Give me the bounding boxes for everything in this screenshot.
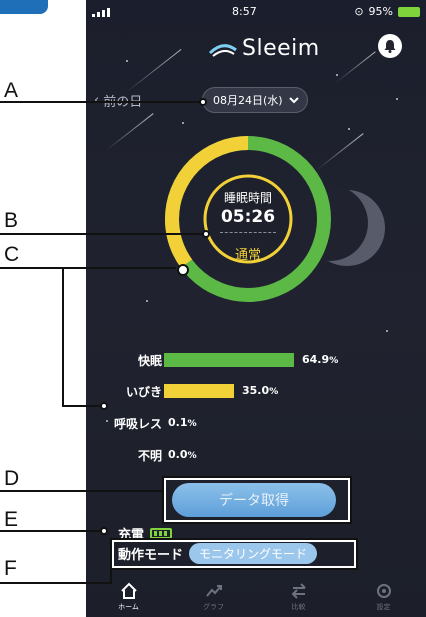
status-battery-text: 95%: [368, 5, 393, 18]
breakdown-row-comfort: 快眠 64.9%: [86, 350, 426, 370]
shooting-star: [105, 113, 154, 151]
star: [126, 60, 128, 62]
compare-icon: [291, 583, 306, 599]
app-logo: Sleeim: [208, 36, 320, 61]
star: [386, 330, 388, 332]
star: [182, 122, 184, 124]
ring-marker: [177, 264, 189, 276]
logo-text: Sleeim: [242, 36, 320, 61]
callout-letter-f: F: [4, 557, 17, 580]
date-select[interactable]: 08月24日(水): [202, 87, 308, 113]
breakdown-row-snore: いびき 35.0%: [86, 381, 426, 401]
bell-icon: [384, 40, 396, 53]
notification-button[interactable]: [378, 34, 402, 58]
callout-dot-b: [202, 230, 210, 238]
breakdown-percent: 0.0%: [168, 448, 197, 461]
nav-graph[interactable]: グラフ: [171, 574, 256, 617]
settings-icon: [376, 584, 391, 598]
battery-icon: [398, 6, 420, 17]
signal-icon: [92, 8, 110, 17]
shooting-star: [125, 49, 182, 93]
callout-frame-d: [162, 476, 352, 524]
nav-settings-label: 設定: [376, 603, 391, 611]
sleep-status: 通常: [234, 248, 261, 263]
nav-compare-label: 比較: [291, 603, 306, 611]
callout-letter-b: B: [4, 209, 19, 232]
nav-home-label: ホーム: [118, 603, 139, 611]
chevron-down-icon: [289, 97, 299, 104]
status-time: 8:57: [232, 5, 257, 18]
breakdown-bar: [164, 353, 294, 367]
nav-settings[interactable]: 設定: [341, 574, 426, 617]
callout-letter-c: C: [4, 243, 20, 266]
nav-graph-label: グラフ: [203, 603, 224, 611]
star: [396, 98, 398, 100]
callout-line-c: [62, 267, 64, 407]
sleep-duration: 05:26: [220, 207, 276, 227]
star: [348, 128, 350, 130]
callout-letter-d: D: [4, 467, 20, 490]
home-icon: [120, 582, 137, 599]
date-value: 08月24日(水): [213, 94, 283, 107]
nav-compare[interactable]: 比較: [256, 574, 341, 617]
bottom-nav: ホーム グラフ 比較 設定: [86, 574, 426, 617]
callout-line-f: [110, 566, 112, 584]
graph-icon: [205, 585, 222, 597]
corner-tab: [0, 0, 48, 14]
alarm-icon: ⊙: [354, 5, 364, 18]
charge-battery-icon: [150, 528, 173, 539]
callout-frame-f: [110, 538, 358, 570]
breakdown-percent: 35.0%: [242, 384, 279, 397]
callout-line-e: [0, 530, 102, 532]
nav-home[interactable]: ホーム: [86, 574, 171, 617]
callout-line-a: [0, 101, 202, 103]
shooting-star: [335, 51, 376, 83]
callout-line-b: [0, 233, 204, 235]
breakdown-percent: 64.9%: [302, 353, 339, 366]
status-right: ⊙ 95%: [354, 5, 420, 18]
callout-letter-a: A: [4, 79, 19, 102]
breakdown-label: 不明: [137, 449, 162, 463]
breakdown-row-unknown: 不明 0.0%: [86, 445, 426, 465]
phone-screen: 8:57 ⊙ 95% Sleeim ‹ 前の日 08月24日(水): [86, 0, 426, 617]
callout-dot-c: [100, 402, 108, 410]
logo-moon-icon: [208, 43, 237, 57]
star: [146, 300, 148, 302]
callout-line-d: [0, 490, 162, 492]
breakdown-percent: 0.1%: [168, 416, 197, 429]
breakdown-row-apnea: 呼吸レス 0.1%: [86, 413, 426, 433]
sleep-time-label: 睡眠時間: [223, 191, 272, 205]
breakdown-label: 呼吸レス: [113, 417, 162, 431]
callout-dot-e: [100, 527, 108, 535]
callout-letter-e: E: [4, 508, 19, 531]
ring-divider: [220, 232, 276, 233]
breakdown-label: いびき: [125, 385, 162, 399]
callout-line-c: [62, 405, 102, 407]
breakdown-bar: [164, 384, 234, 398]
callout-dot-a: [199, 98, 207, 106]
status-bar: 8:57 ⊙ 95%: [86, 0, 426, 24]
callout-line-c: [0, 267, 176, 269]
callout-line-f: [0, 582, 112, 584]
star: [336, 74, 338, 76]
breakdown-label: 快眠: [137, 354, 162, 368]
